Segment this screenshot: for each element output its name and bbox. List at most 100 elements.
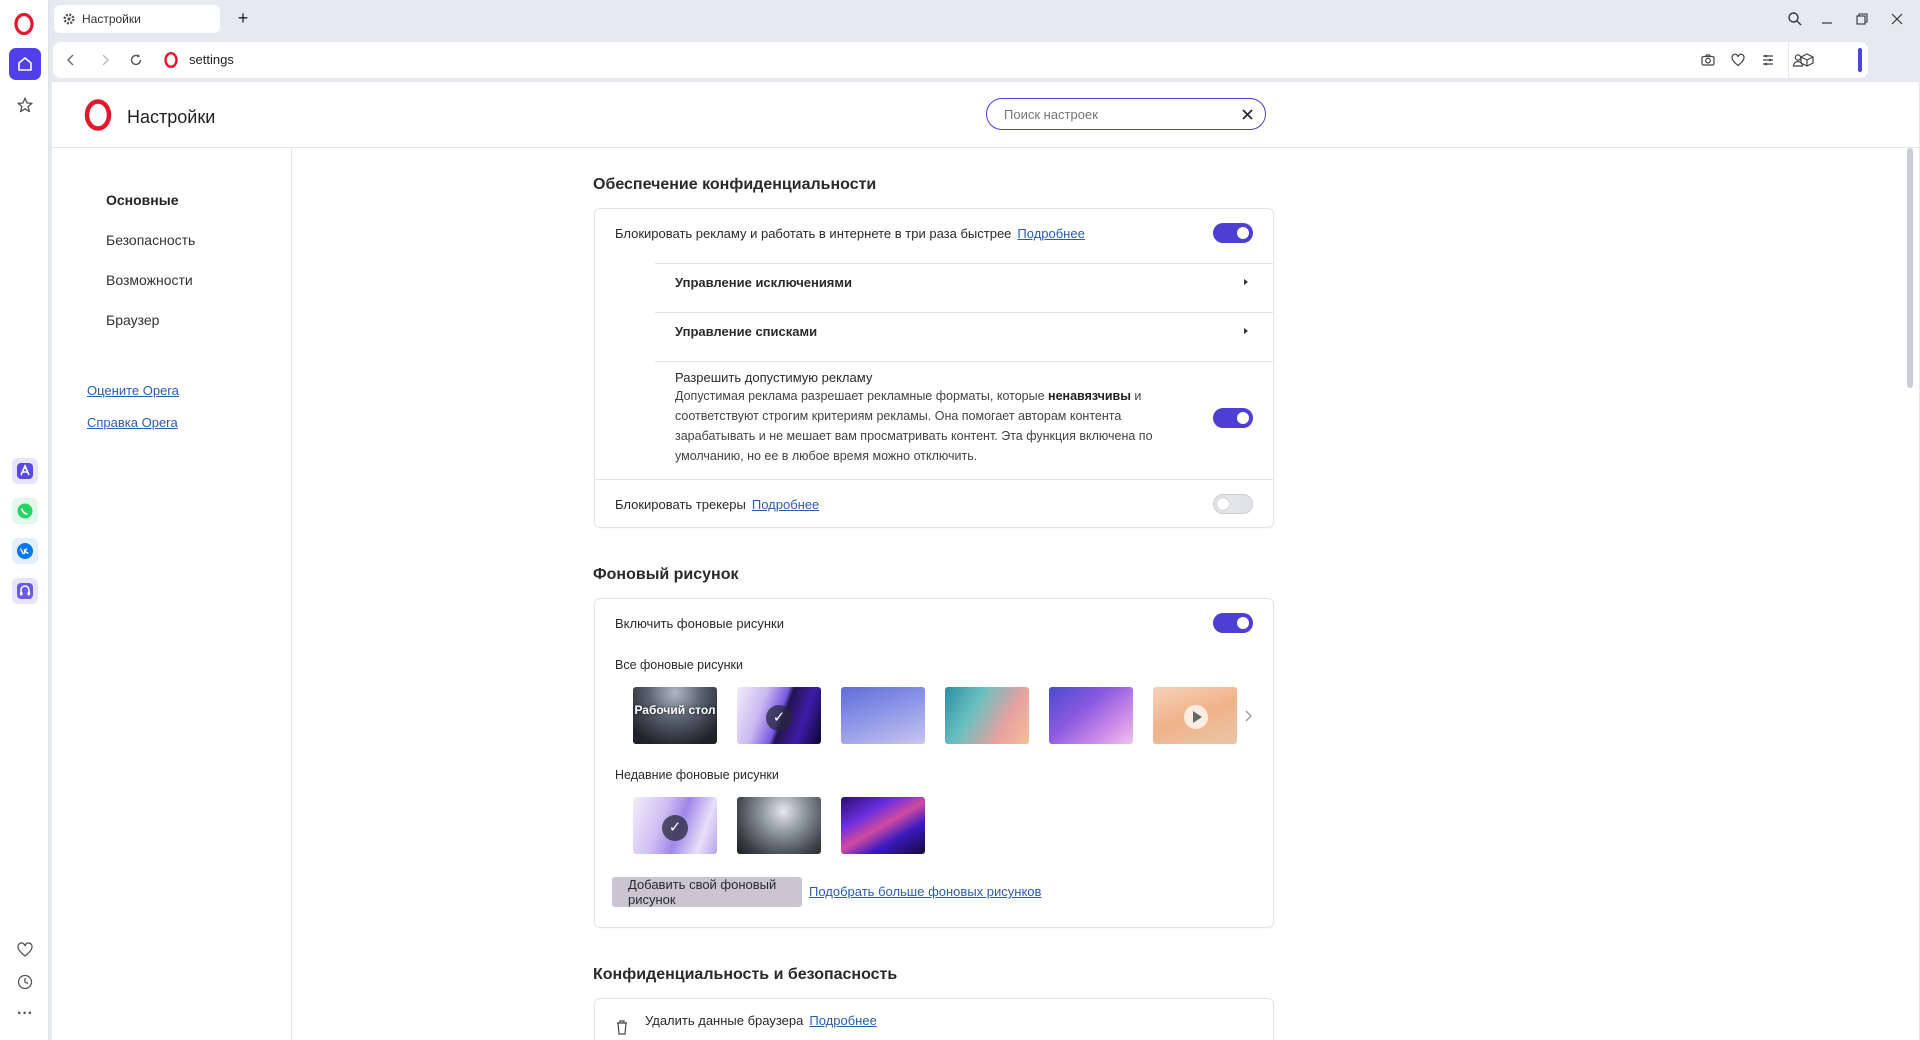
opera-logo-icon[interactable] [13, 13, 35, 35]
block-trackers-toggle[interactable] [1213, 494, 1253, 514]
bookmarks-button[interactable] [9, 89, 41, 121]
wallpaper-thumb-desktop[interactable]: Рабочий стол [633, 687, 717, 744]
history-icon [17, 974, 33, 990]
search-clear-button[interactable] [1239, 106, 1255, 122]
chevron-right-icon[interactable] [1243, 709, 1253, 723]
vk-button[interactable] [12, 538, 38, 564]
nav-item-basic[interactable]: Основные [106, 192, 179, 208]
reload-icon [130, 54, 142, 66]
manage-exceptions-row[interactable]: Управление исключениями [675, 275, 852, 290]
opera-help-link[interactable]: Справка Opera [87, 415, 178, 430]
selected-check-icon: ✓ [662, 815, 688, 841]
wallpaper-thumb-5[interactable] [1049, 687, 1133, 744]
divider [655, 361, 1273, 362]
clear-data-label: Удалить данные браузера [645, 1013, 804, 1028]
home-icon [18, 57, 32, 71]
block-trackers-more-link[interactable]: Подробнее [752, 497, 819, 512]
settings-search [986, 98, 1266, 130]
gear-icon [63, 13, 75, 25]
extensions-button[interactable] [1788, 42, 1824, 78]
acceptable-ads-title: Разрешить допустимую рекламу [675, 370, 873, 385]
search-input[interactable] [1004, 105, 1234, 123]
address-bar: settings [53, 42, 1868, 78]
minimize-icon [1822, 22, 1832, 24]
divider [655, 312, 1273, 313]
recent-wallpaper-1[interactable]: ✓ [633, 797, 717, 854]
cube-icon [1799, 53, 1814, 67]
wallpaper-thumb-4[interactable] [945, 687, 1029, 744]
chevron-right-icon[interactable] [1241, 277, 1251, 287]
close-window-button[interactable] [1882, 6, 1912, 32]
enable-wallpapers-toggle[interactable] [1213, 613, 1253, 633]
wallpaper-thumb-3[interactable] [841, 687, 925, 744]
minimize-button[interactable] [1812, 6, 1842, 32]
new-tab-button[interactable]: + [232, 8, 254, 30]
wallpaper-thumb-6-video[interactable] [1153, 687, 1237, 744]
tab-settings[interactable]: Настройки [54, 5, 220, 33]
nav-item-browser[interactable]: Браузер [106, 312, 159, 328]
all-wallpapers-label: Все фоновые рисунки [615, 658, 743, 672]
block-ads-label: Блокировать рекламу и работать в интерне… [615, 226, 1012, 241]
divider [595, 479, 1273, 480]
recent-wallpaper-2[interactable] [737, 797, 821, 854]
easy-setup-button[interactable] [1758, 50, 1778, 70]
whatsapp-icon [17, 503, 33, 519]
block-trackers-row: Блокировать трекеры Подробнее [615, 497, 819, 512]
music-player-button[interactable] [12, 578, 38, 604]
back-icon [67, 54, 74, 66]
block-ads-row: Блокировать рекламу и работать в интерне… [615, 226, 1085, 241]
recent-wallpaper-3[interactable] [841, 797, 925, 854]
wallpaper-thumb-2[interactable]: ✓ [737, 687, 821, 744]
star-icon [17, 97, 33, 113]
section-title-wallpaper: Фоновый рисунок [593, 566, 739, 583]
url-text[interactable]: settings [189, 52, 234, 67]
divider [655, 263, 1273, 264]
search-tabs-button[interactable] [1780, 6, 1810, 32]
reload-button[interactable] [126, 50, 146, 70]
back-button[interactable] [61, 50, 81, 70]
scrollbar-thumb[interactable] [1907, 148, 1913, 388]
nav-item-security[interactable]: Безопасность [106, 232, 195, 248]
opera-site-icon [164, 52, 178, 68]
opera-logo-icon [84, 99, 112, 131]
acceptable-ads-desc-bold: ненавязчивы [1048, 389, 1131, 403]
clear-data-row[interactable]: Удалить данные браузера Подробнее [645, 1013, 877, 1028]
wallpaper-card: Включить фоновые рисунки Все фоновые рис… [594, 598, 1274, 928]
whatsapp-button[interactable] [12, 498, 38, 524]
heart-icon [1731, 53, 1745, 67]
settings-nav: Основные Безопасность Возможности Браузе… [52, 148, 292, 1040]
aria-button[interactable] [12, 458, 38, 484]
clear-data-more-link[interactable]: Подробнее [809, 1013, 876, 1028]
block-ads-more-link[interactable]: Подробнее [1017, 226, 1084, 241]
snapshot-button[interactable] [1698, 50, 1718, 70]
bookmark-page-button[interactable] [1728, 50, 1748, 70]
privacy-card: Блокировать рекламу и работать в интерне… [594, 208, 1274, 528]
settings-header: Настройки [52, 82, 1919, 148]
acceptable-ads-toggle[interactable] [1213, 408, 1253, 428]
tab-title: Настройки [82, 12, 141, 26]
block-trackers-label: Блокировать трекеры [615, 497, 746, 512]
section-title-security: Конфиденциальность и безопасность [593, 966, 898, 983]
enable-wallpapers-label: Включить фоновые рисунки [615, 616, 784, 631]
restore-button[interactable] [1847, 6, 1877, 32]
favorites-button[interactable] [12, 937, 38, 963]
manage-lists-row[interactable]: Управление списками [675, 324, 817, 339]
block-ads-toggle[interactable] [1213, 223, 1253, 243]
forward-button[interactable] [95, 50, 115, 70]
nav-item-features[interactable]: Возможности [106, 272, 193, 288]
restore-icon [1856, 13, 1868, 25]
home-button[interactable] [9, 48, 41, 80]
close-icon [1891, 13, 1903, 25]
selected-check-icon: ✓ [766, 705, 792, 731]
history-button[interactable] [12, 969, 38, 995]
more-icon[interactable]: ··· [12, 1001, 38, 1027]
opera-sidebar: ··· [0, 0, 49, 1040]
aria-icon [17, 463, 33, 479]
close-icon [1241, 108, 1253, 120]
forward-icon [102, 54, 109, 66]
more-wallpapers-link[interactable]: Подобрать больше фоновых рисунков [809, 884, 1041, 899]
add-wallpaper-button[interactable]: Добавить свой фоновый рисунок [612, 877, 802, 907]
settings-page: Настройки Основные Безопасность Возможно… [52, 82, 1919, 1040]
chevron-right-icon[interactable] [1241, 326, 1251, 336]
rate-opera-link[interactable]: Оцените Opera [87, 383, 179, 398]
